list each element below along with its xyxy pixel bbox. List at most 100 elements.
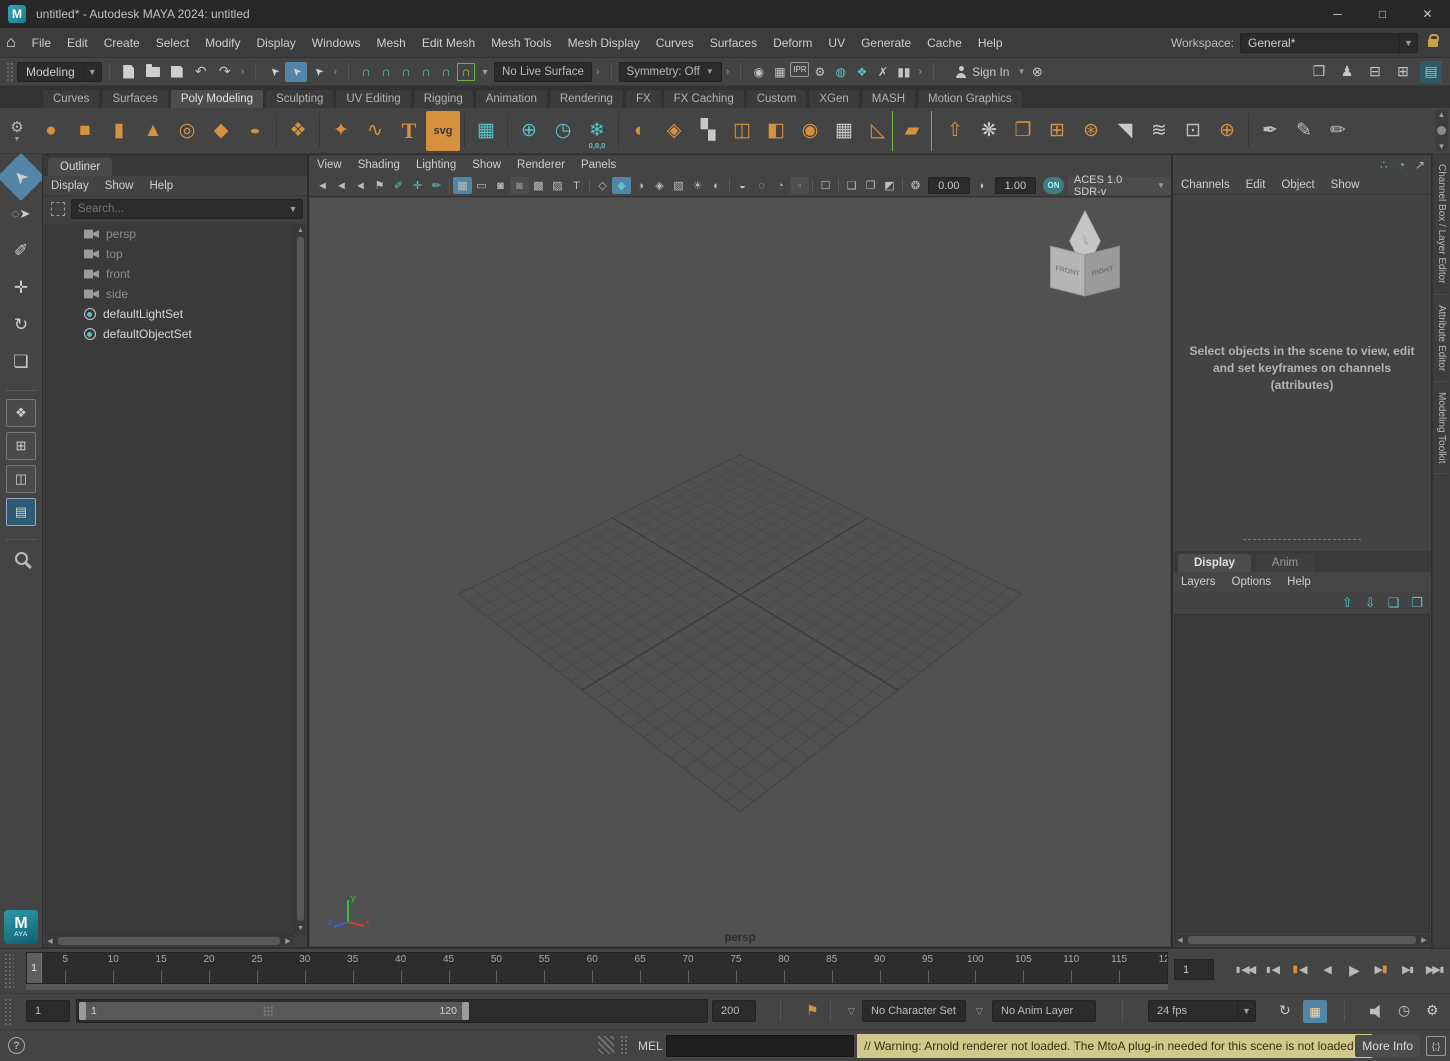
sidebar-tab[interactable]: Modeling Toolkit — [1434, 382, 1449, 475]
menu-item[interactable]: Help — [970, 36, 1011, 50]
viewport-menu-item[interactable]: Shading — [350, 159, 408, 171]
snap-to-curve-icon[interactable]: ∩ — [376, 62, 396, 82]
chevron-down-icon[interactable]: ▼ — [83, 63, 101, 81]
four-pane-layout[interactable]: ⊞ — [6, 432, 36, 460]
time-editor-icon[interactable]: ◷ — [1398, 1002, 1410, 1019]
motion-blur-icon[interactable]: ◌ — [752, 177, 771, 194]
new-layer-from-selected-icon[interactable]: ❐ — [1411, 595, 1423, 611]
svg-tool-icon[interactable]: svg — [426, 111, 460, 151]
zero-transforms-icon[interactable]: ❄ 0,0,0 — [580, 111, 614, 151]
viewport-menu-item[interactable]: Panels — [573, 159, 624, 171]
grip-handle[interactable] — [6, 62, 13, 82]
exposure-icon[interactable]: ❂ — [906, 177, 925, 194]
menu-item[interactable]: Edit Mesh — [414, 36, 483, 50]
multisample-icon[interactable]: ◔ — [771, 177, 790, 194]
step-back-key-button[interactable]: ▮ ◀ — [1286, 957, 1313, 983]
graph-editor-icon[interactable]: ↗ — [1415, 158, 1425, 172]
workspace-dropdown[interactable]: General* ▼ — [1240, 33, 1418, 53]
undo-button[interactable]: ↶ — [191, 62, 211, 82]
command-language-label[interactable]: MEL — [638, 1039, 663, 1053]
outliner-item[interactable]: defaultObjectSet — [44, 324, 294, 344]
current-frame-marker[interactable]: 1 — [27, 953, 42, 983]
camera-icon[interactable]: ◄ — [313, 177, 332, 194]
axis-display-icon[interactable]: ∴ — [1380, 158, 1388, 172]
fps-dropdown[interactable]: 24 fps ▼ — [1148, 1000, 1256, 1022]
menu-item[interactable]: Windows — [304, 36, 369, 50]
helix-icon[interactable]: ∿ — [358, 111, 392, 151]
shelf-icon[interactable] — [929, 111, 938, 151]
gate-mask-icon[interactable]: ◙ — [510, 177, 529, 194]
camera-select-icon[interactable]: ◄ — [351, 177, 370, 194]
grip-handle[interactable] — [4, 953, 14, 989]
modeling-toolkit-icon[interactable]: ▦ — [469, 111, 503, 151]
current-frame-field[interactable] — [1174, 959, 1214, 980]
poly-plane-icon[interactable]: ◆ — [204, 111, 238, 151]
isolate-select-icon[interactable]: ☐ — [816, 177, 835, 194]
symmetry-dropdown[interactable]: Symmetry: Off ▼ — [619, 62, 722, 82]
color-space-dropdown[interactable]: ACES 1.0 SDR-v ▼ — [1068, 177, 1171, 195]
render-settings-icon[interactable]: ⚙ — [809, 62, 830, 82]
anim-layer-field[interactable] — [992, 1000, 1096, 1022]
viewport-icon[interactable] — [899, 177, 906, 194]
outliner-horizontal-scrollbar[interactable]: ◀▶ — [44, 934, 294, 946]
shelf-tab[interactable]: Curves — [42, 89, 100, 108]
extrude-icon[interactable]: ⇧ — [938, 111, 972, 151]
snap-to-projected-center-icon[interactable]: ∩ — [416, 62, 436, 82]
character-controls-icon[interactable]: ♟ — [1336, 61, 1358, 83]
step-forward-key-button[interactable]: ▶ ▮ — [1367, 957, 1394, 983]
shelf-tab[interactable]: Custom — [746, 89, 808, 108]
minimize-button[interactable]: ─ — [1315, 0, 1360, 28]
collapse-arrow-icon[interactable]: › — [596, 66, 600, 78]
poly-sphere-icon[interactable]: ● — [34, 111, 68, 151]
lattice-icon[interactable]: ⊡ — [1176, 111, 1210, 151]
contrast-icon[interactable]: ◗ — [973, 177, 992, 194]
chevron-down-icon[interactable]: ▼ — [284, 200, 302, 218]
lights-icon[interactable]: ☀ — [688, 177, 707, 194]
platonic-solid-icon[interactable]: ❖ — [281, 111, 315, 151]
textured-icon[interactable]: ◑ — [631, 177, 650, 194]
outliner-item[interactable]: top — [44, 244, 294, 264]
collapse-arrow-icon[interactable]: › — [333, 66, 337, 78]
shelf-tab[interactable]: FX — [625, 89, 662, 108]
edit-curve-icon[interactable]: ✎ — [1287, 111, 1321, 151]
merge-icon[interactable]: ◉ — [793, 111, 827, 151]
outliner-item[interactable]: side — [44, 284, 294, 304]
snapshot-icon[interactable]: ◩ — [880, 177, 899, 194]
step-back-frame-button[interactable]: ▮ ◀ — [1259, 957, 1286, 983]
grease-pencil-icon[interactable]: ✏ — [427, 177, 446, 194]
layer-up-icon[interactable]: ⇧ — [1342, 595, 1353, 611]
delete-history-icon[interactable]: ◷ — [546, 111, 580, 151]
extract-icon[interactable]: ◫ — [725, 111, 759, 151]
menu-item[interactable]: Select — [148, 36, 197, 50]
snap-to-point-icon[interactable]: ∩ — [396, 62, 416, 82]
shadows-icon[interactable]: ◐ — [707, 177, 726, 194]
render-current-frame-icon[interactable]: ▦ — [769, 62, 790, 82]
outliner-item[interactable]: persp — [44, 224, 294, 244]
shelf-tab[interactable]: Poly Modeling — [170, 89, 264, 108]
shelf-icon[interactable] — [614, 111, 623, 151]
film-gate-icon[interactable]: ▭ — [472, 177, 491, 194]
menu-item[interactable]: Deform — [765, 36, 820, 50]
open-scene-button[interactable] — [143, 62, 163, 82]
layer-editor-tab[interactable]: Anim — [1256, 554, 1314, 572]
go-to-end-button[interactable]: ▶▶ ▮ — [1421, 957, 1448, 983]
layout-horizontal-icon[interactable]: ⊟ — [1364, 61, 1386, 83]
resolution-gate-icon[interactable]: ◙ — [491, 177, 510, 194]
channel-box-menu-item[interactable]: Channels — [1173, 179, 1238, 191]
shelf-tab[interactable]: Surfaces — [101, 89, 168, 108]
home-icon[interactable]: ⌂ — [6, 34, 16, 52]
viewport-menu-item[interactable]: View — [309, 159, 350, 171]
sidebar-tab[interactable]: Attribute Editor — [1434, 295, 1449, 382]
scale-tool[interactable]: ❏ — [4, 345, 38, 379]
help-icon[interactable]: ? — [8, 1037, 25, 1054]
two-pane-layout[interactable]: ◫ — [6, 465, 36, 493]
viewport-icon[interactable] — [809, 177, 816, 194]
menu-item[interactable]: Surfaces — [702, 36, 765, 50]
magnifier-icon[interactable] — [15, 552, 28, 565]
viewport-menu-item[interactable]: Renderer — [509, 159, 573, 171]
channel-box-menu-item[interactable]: Object — [1273, 179, 1322, 191]
grip-handle[interactable] — [4, 998, 12, 1025]
animation-end-field[interactable] — [712, 1000, 756, 1022]
field-chart-icon[interactable]: ▩ — [529, 177, 548, 194]
bookmark-icon[interactable]: ⚑ — [806, 1002, 819, 1019]
